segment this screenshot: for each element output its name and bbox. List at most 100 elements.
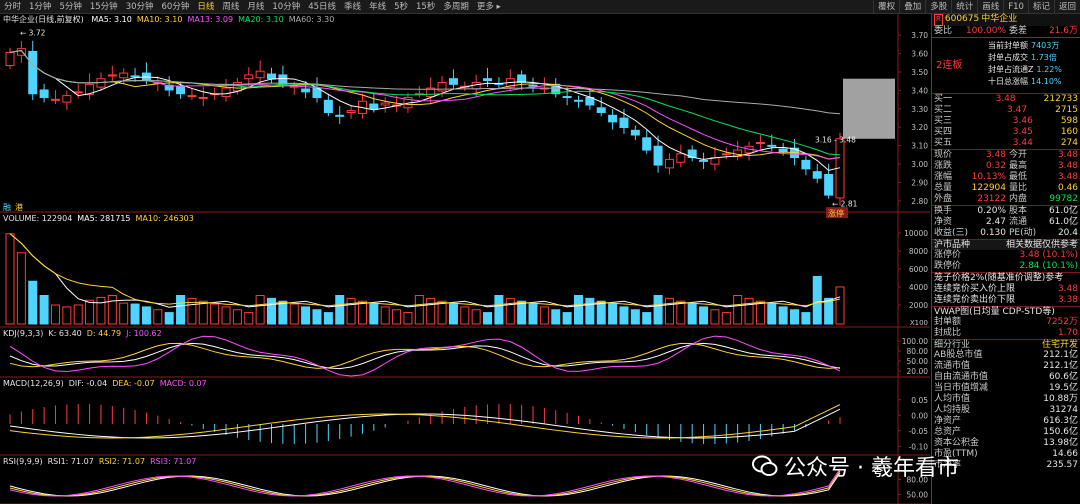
volume-bar <box>312 309 322 325</box>
volume-bar <box>96 296 106 325</box>
volume-bar <box>721 312 731 325</box>
period-tab[interactable]: 周线 <box>218 0 243 14</box>
volume-title: VOLUME: 122904 MA5: 281715 MA10: 246303 <box>3 214 199 224</box>
volume-bar <box>676 300 686 325</box>
candle-body <box>755 142 765 145</box>
bid-row: 买五 3.44 274 <box>932 138 1080 149</box>
stat-row-value: 150.6亿 <box>1043 427 1078 437</box>
bid-label: 买五 <box>934 138 953 148</box>
axis-tick-label: 3.00 <box>911 160 928 169</box>
period-tab[interactable]: 45日线 <box>304 0 340 14</box>
volume-bar <box>562 312 572 325</box>
toolbar-button[interactable]: 叠加 <box>899 0 925 14</box>
volume-bar <box>835 286 845 325</box>
candle-body <box>301 88 311 93</box>
candle-body <box>323 99 333 113</box>
lianban-info-label: 当前封单额 <box>988 41 1028 50</box>
candle-body <box>50 98 60 101</box>
lianban-info-label: 封单占成交 <box>988 53 1028 62</box>
axis-tick-label: 3.10 <box>911 142 928 151</box>
kdj-line <box>9 342 841 370</box>
axis-tick-label: 2000 <box>909 301 928 310</box>
period-tab[interactable]: 月线 <box>243 0 268 14</box>
toolbar-button[interactable]: 统计 <box>951 0 977 14</box>
limit-up-value: 3.48 (10.1%) <box>1019 250 1078 260</box>
volume-bar <box>687 303 697 325</box>
period-tab[interactable]: 更多 ▸ <box>473 0 505 14</box>
period-tab[interactable]: 30分钟 <box>122 0 158 14</box>
period-tab[interactable]: 60分钟 <box>158 0 194 14</box>
market-row: 沪市品种 相关数据仅供参考 <box>932 239 1080 250</box>
indicator-label: K: 63.40 <box>48 329 82 338</box>
quote-value: 122904 <box>971 183 1006 193</box>
low-price-label: ← 2.81 <box>832 199 858 208</box>
volume-bar <box>119 302 129 325</box>
chart-canvas[interactable]: 3.70 3.60 3.50 3.40 3.30 3.20 3.10 3.00 2.90 2.80… <box>0 14 930 504</box>
period-tab[interactable]: 年线 <box>365 0 390 14</box>
vwap-row[interactable]: VWAP图(日均量 CDP-STD等) <box>932 306 1080 317</box>
period-tab[interactable]: 1分钟 <box>25 0 55 14</box>
quote-panel: R 600675 中华企业 委比 100.00% 委差 21.6万 2连板 当前封单… <box>931 14 1080 504</box>
hk-connect-tag: 港 <box>15 202 23 212</box>
kdj-line <box>9 335 841 377</box>
toolbar-button[interactable]: 多股 <box>925 0 951 14</box>
volume-bar <box>369 303 379 325</box>
toolbar-button[interactable]: 画线 <box>977 0 1003 14</box>
axis-tick-label: 3.60 <box>911 50 928 59</box>
volume-unit: X100 <box>910 319 928 327</box>
lianban-info-value: 1.73倍 <box>1031 53 1057 62</box>
stat-row-value: 31274 <box>1049 405 1078 415</box>
toolbar-button[interactable]: 标记 <box>1027 0 1054 14</box>
period-tab[interactable]: 分时 <box>0 0 25 14</box>
volume-bar <box>608 303 618 325</box>
candle-body <box>130 75 140 78</box>
ma-label: MA10: 3.10 <box>136 15 183 24</box>
volume-bar <box>278 300 288 325</box>
stat-row: 当日市值增减 19.5亿 <box>932 383 1080 394</box>
cage-row: 连续竞价买入价上限 3.48 <box>932 284 1080 295</box>
volume-bar <box>176 295 186 325</box>
lianban-info-value: 14.10% <box>1031 77 1062 86</box>
quote-label: 今开 <box>1009 150 1028 160</box>
quote-label: 涨跌 <box>934 161 953 171</box>
period-tab[interactable]: 多周期 <box>439 0 473 14</box>
stat-row-value: 14.66 <box>1052 449 1078 459</box>
period-tab[interactable]: 5分钟 <box>55 0 85 14</box>
chart-area[interactable]: 3.70 3.60 3.50 3.40 3.30 3.20 3.10 3.00 2.90 2.80… <box>0 14 930 504</box>
ma-line <box>9 49 841 160</box>
candle-body <box>608 114 618 123</box>
toolbar-button[interactable]: 覆权 <box>873 0 899 14</box>
candle-body <box>39 89 49 98</box>
stock-code: 600675 <box>944 14 980 24</box>
period-tab[interactable]: 日线 <box>193 0 218 14</box>
indicator-label: RSI1: 71.07 <box>47 457 94 466</box>
axis-tick-label: 100.00 <box>902 337 928 346</box>
watermark-text: 公众号 · 羲年看市 <box>784 456 959 481</box>
period-tab[interactable]: 15秒 <box>412 0 439 14</box>
vwap-label[interactable]: VWAP图(日均量 CDP-STD等) <box>934 307 1055 317</box>
volume-bar <box>50 304 60 325</box>
volume-bar <box>62 306 72 325</box>
stat-row-value: 10.88万 <box>1043 394 1078 404</box>
stat-row-value: 235.57 <box>1046 460 1079 470</box>
fengdan-row-value: 7252万 <box>1046 317 1078 327</box>
toolbar-button[interactable]: F10 <box>1003 0 1028 14</box>
toolbar-button[interactable]: 返回 <box>1053 0 1080 14</box>
volume-bar <box>323 312 333 325</box>
period-tab[interactable]: 季线 <box>340 0 365 14</box>
quote-row: 现价 3.48 今开 3.48 <box>932 150 1080 161</box>
kdj-title: KDJ(9,3,3) K: 63.40 D: 44.79 J: 100.62 <box>3 329 167 339</box>
stat-row-label: AB股总市值 <box>934 350 983 360</box>
stat-row: 资本公积金 13.98亿 <box>932 438 1080 449</box>
bid-price: 3.44 <box>1012 138 1033 148</box>
candle-body <box>107 74 117 77</box>
period-tab[interactable]: 5秒 <box>390 0 412 14</box>
volume-bar <box>699 306 709 325</box>
quote-block: 现价 3.48 今开 3.48 涨跌 0.32 最高 3.48 涨幅 10.13% 最低 3.48 总量… <box>932 149 1080 205</box>
period-tab[interactable]: 15分钟 <box>86 0 122 14</box>
period-tab[interactable]: 10分钟 <box>268 0 304 14</box>
quote-value: 0.130 <box>980 228 1006 238</box>
axis-tick-label: 3.70 <box>911 31 928 40</box>
volume-bar <box>744 297 754 325</box>
quote-value: 20.4 <box>1057 228 1078 238</box>
